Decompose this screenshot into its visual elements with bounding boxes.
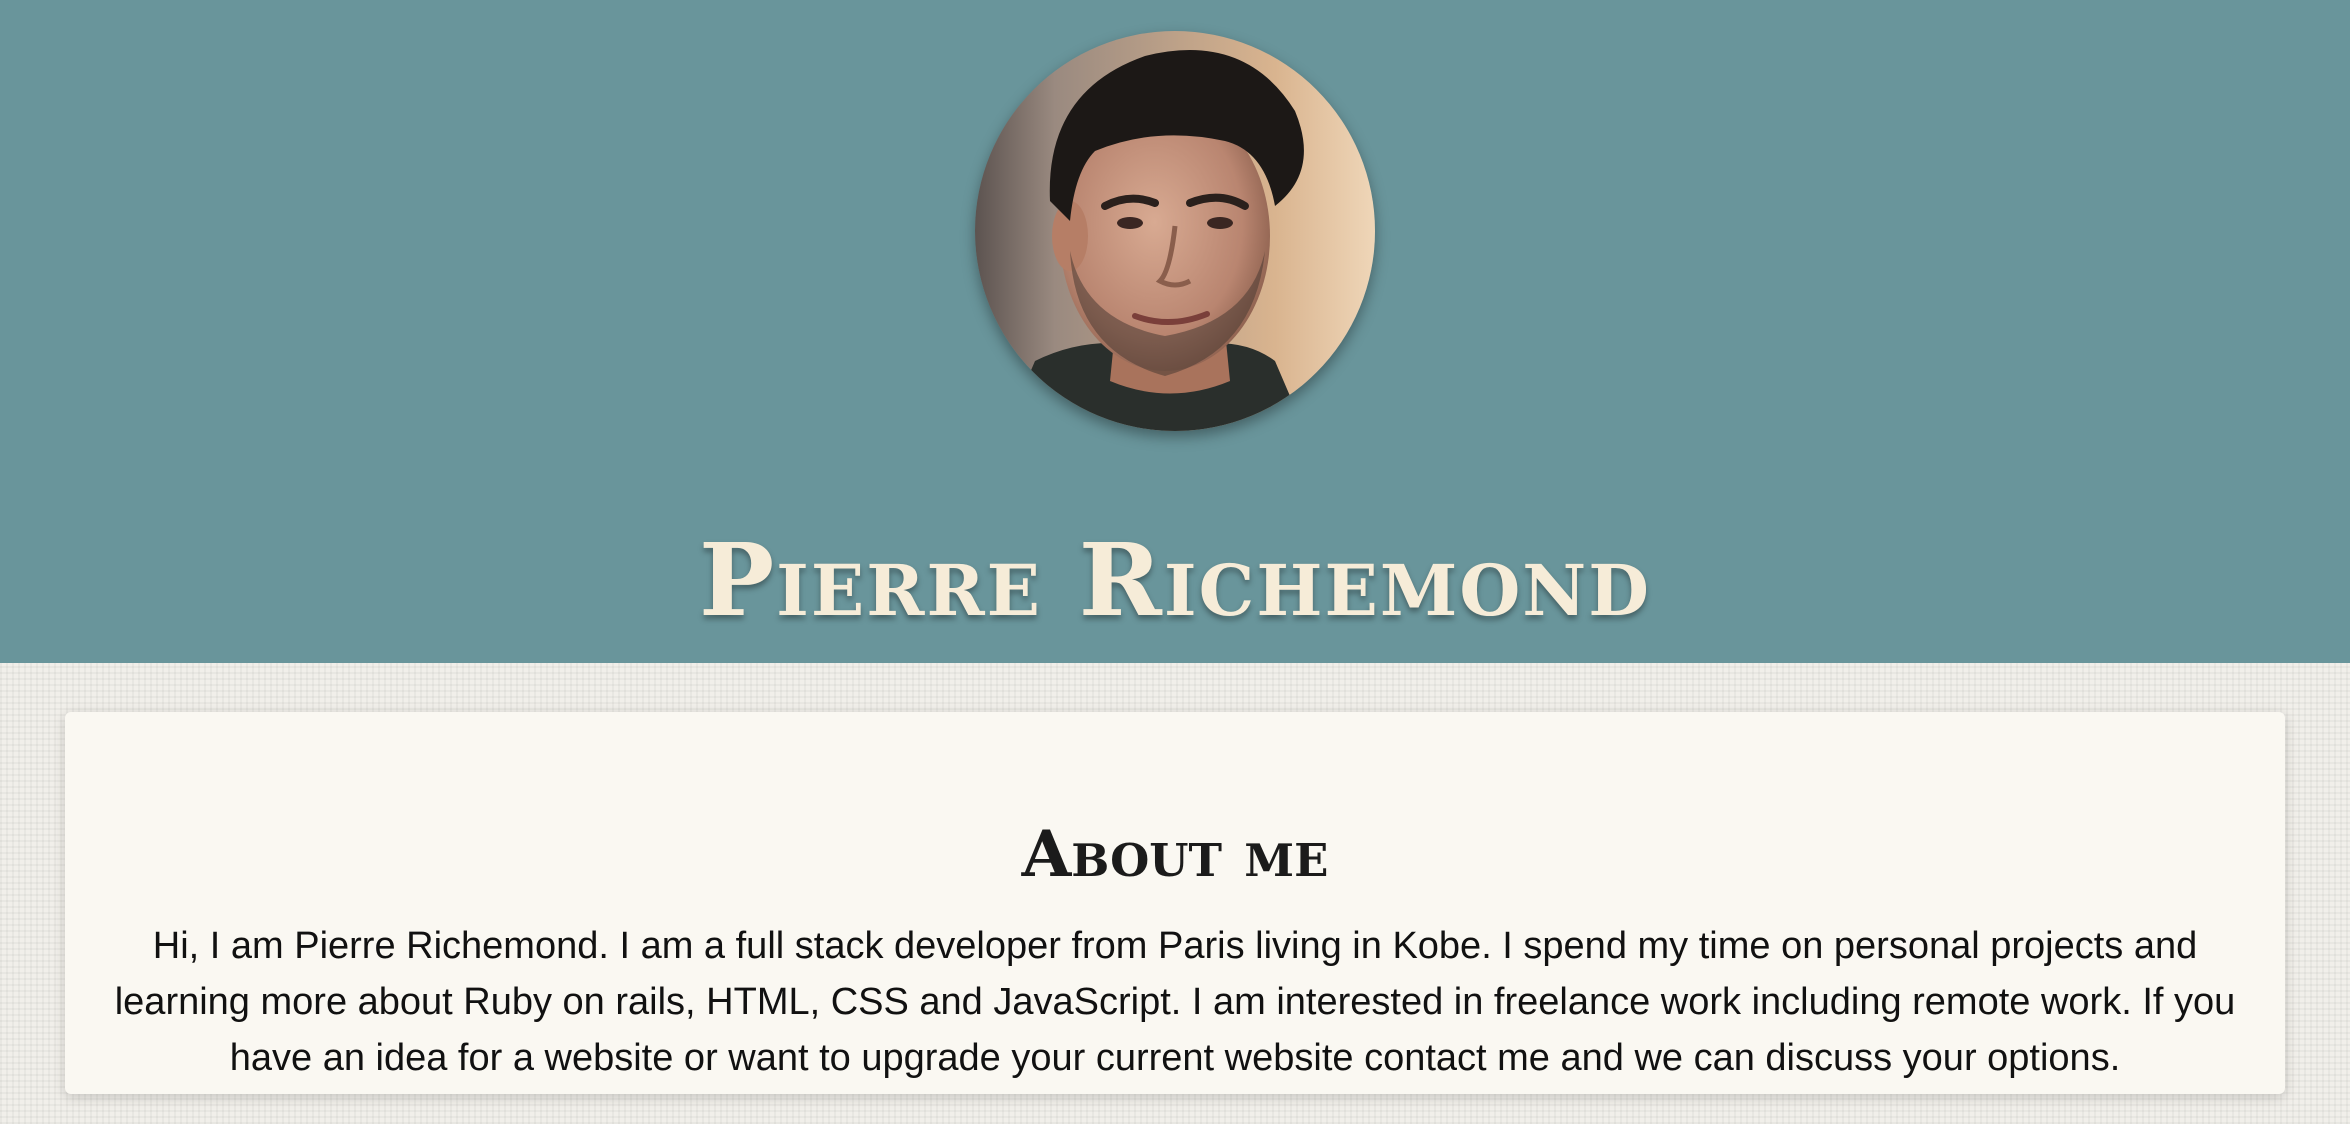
avatar-photo bbox=[975, 31, 1375, 431]
about-card: About me Hi, I am Pierre Richemond. I am… bbox=[65, 712, 2285, 1094]
hero-header: Pierre Richemond bbox=[0, 0, 2350, 663]
about-heading: About me bbox=[1021, 817, 1329, 893]
avatar bbox=[975, 31, 1375, 431]
about-paragraph: Hi, I am Pierre Richemond. I am a full s… bbox=[114, 925, 2236, 1079]
page-title: Pierre Richemond bbox=[698, 521, 1651, 639]
